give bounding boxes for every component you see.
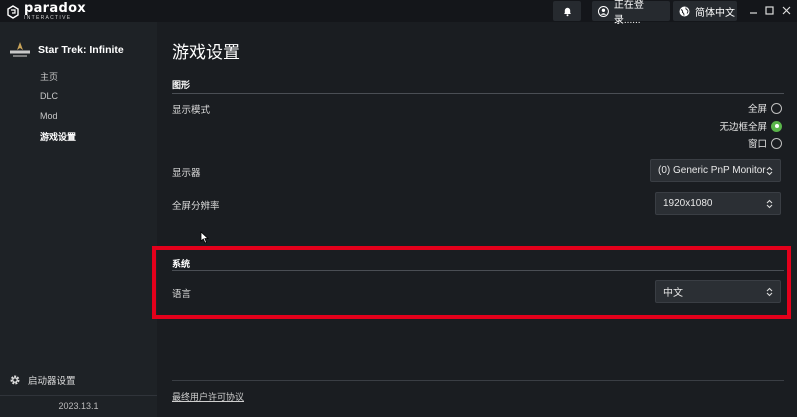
- bell-icon: [563, 7, 571, 16]
- resolution-select[interactable]: 1920x1080: [655, 192, 781, 215]
- sidebar: Star Trek: Infinite 主页 DLC Mod 游戏设置 启动器设…: [0, 22, 157, 417]
- gear-icon: [10, 375, 20, 385]
- display-mode-option-fullscreen[interactable]: 全屏: [748, 101, 782, 115]
- graphics-divider: [172, 93, 784, 94]
- close-button[interactable]: [780, 4, 792, 16]
- paradox-logo: paradox INTERACTIVE: [6, 2, 86, 21]
- close-icon: [782, 6, 790, 14]
- footer-divider: [172, 380, 784, 381]
- login-status-text: 正在登录......: [613, 0, 644, 26]
- graphics-section-title: 图形: [172, 80, 191, 90]
- notifications-button[interactable]: [553, 1, 581, 21]
- highlight-box: [152, 246, 791, 319]
- radio-selected-dot: [774, 124, 779, 128]
- resolution-value: 1920x1080: [663, 198, 713, 209]
- monitor-value: (0) Generic PnP Monitor: [658, 165, 766, 176]
- language-button[interactable]: 简体中文: [673, 1, 737, 21]
- launcher-settings-label: 启动器设置: [28, 376, 76, 387]
- account-status-button[interactable]: 正在登录......: [592, 0, 670, 26]
- radio-label: 无边框全屏: [719, 122, 767, 133]
- minimize-icon: [749, 11, 757, 14]
- display-mode-option-windowed[interactable]: 窗口: [748, 136, 782, 150]
- star-trek-logo-icon: [10, 42, 30, 57]
- logo-name: paradox: [24, 1, 86, 16]
- radio-label: 窗口: [747, 139, 767, 150]
- game-title: Star Trek: Infinite: [38, 44, 124, 56]
- page-title: 游戏设置: [172, 43, 240, 62]
- monitor-label: 显示器: [172, 168, 201, 179]
- eula-link[interactable]: 最终用户许可协议: [172, 390, 244, 403]
- version-label: 2023.13.1: [58, 401, 99, 411]
- radio-label: 全屏: [747, 104, 767, 115]
- display-mode-option-borderless[interactable]: 无边框全屏: [719, 119, 782, 133]
- sidebar-item-mod[interactable]: Mod: [40, 111, 58, 121]
- chevron-up-down-icon: [766, 199, 773, 208]
- paradox-logo-icon: [7, 4, 19, 19]
- mouse-cursor-icon: [200, 231, 209, 244]
- title-bar: paradox INTERACTIVE 正在登录...... 简体中文: [0, 0, 797, 26]
- minimize-button[interactable]: [747, 4, 759, 16]
- maximize-icon: [764, 5, 774, 15]
- display-mode-label: 显示模式: [172, 105, 211, 116]
- user-icon: [598, 5, 609, 17]
- sidebar-item-game-settings[interactable]: 游戏设置: [40, 130, 76, 143]
- radio-button-fullscreen[interactable]: [771, 102, 782, 114]
- globe-icon: [679, 6, 690, 16]
- logo-subtitle: INTERACTIVE: [24, 15, 72, 21]
- radio-button-windowed[interactable]: [771, 137, 782, 149]
- chevron-up-down-icon: [766, 166, 773, 175]
- radio-button-borderless[interactable]: [771, 120, 782, 132]
- launcher-settings-button[interactable]: 启动器设置: [9, 373, 76, 387]
- maximize-button[interactable]: [763, 4, 775, 16]
- sidebar-divider: [0, 395, 157, 396]
- game-header[interactable]: Star Trek: Infinite: [8, 41, 124, 59]
- monitor-select[interactable]: (0) Generic PnP Monitor: [650, 159, 781, 182]
- sidebar-item-home[interactable]: 主页: [40, 70, 58, 83]
- language-label: 简体中文: [695, 7, 735, 19]
- sidebar-item-dlc[interactable]: DLC: [40, 91, 58, 101]
- resolution-label: 全屏分辨率: [172, 201, 220, 212]
